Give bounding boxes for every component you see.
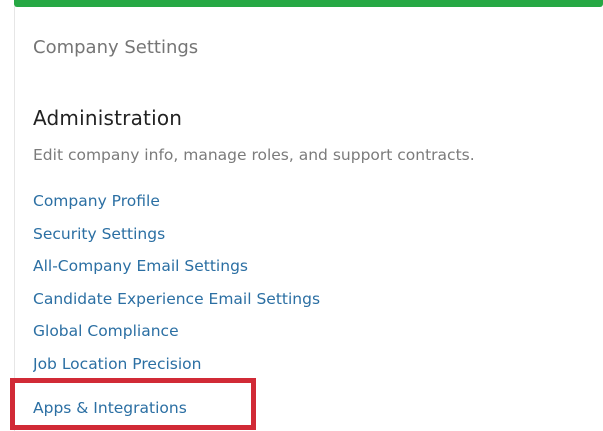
- company-profile-link[interactable]: Company Profile: [33, 188, 160, 214]
- administration-heading: Administration: [33, 106, 183, 130]
- security-settings-link[interactable]: Security Settings: [33, 221, 165, 247]
- top-accent-bar: [14, 0, 603, 7]
- list-item: Company Profile: [33, 188, 320, 221]
- job-location-precision-link[interactable]: Job Location Precision: [33, 351, 201, 377]
- list-item: Security Settings: [33, 221, 320, 254]
- administration-links: Company Profile Security Settings All-Co…: [33, 188, 320, 377]
- apps-integrations-link[interactable]: Apps & Integrations: [33, 398, 187, 418]
- list-item: All-Company Email Settings: [33, 253, 320, 286]
- company-settings-panel: Company Settings Administration Edit com…: [0, 0, 603, 431]
- list-item: Global Compliance: [33, 318, 320, 351]
- panel-left-border: [14, 6, 15, 431]
- global-compliance-link[interactable]: Global Compliance: [33, 318, 179, 344]
- administration-description: Edit company info, manage roles, and sup…: [33, 146, 475, 164]
- candidate-experience-email-settings-link[interactable]: Candidate Experience Email Settings: [33, 286, 320, 312]
- list-item: Candidate Experience Email Settings: [33, 286, 320, 319]
- list-item: Job Location Precision: [33, 351, 320, 377]
- page-title: Company Settings: [33, 37, 199, 58]
- all-company-email-settings-link[interactable]: All-Company Email Settings: [33, 253, 248, 279]
